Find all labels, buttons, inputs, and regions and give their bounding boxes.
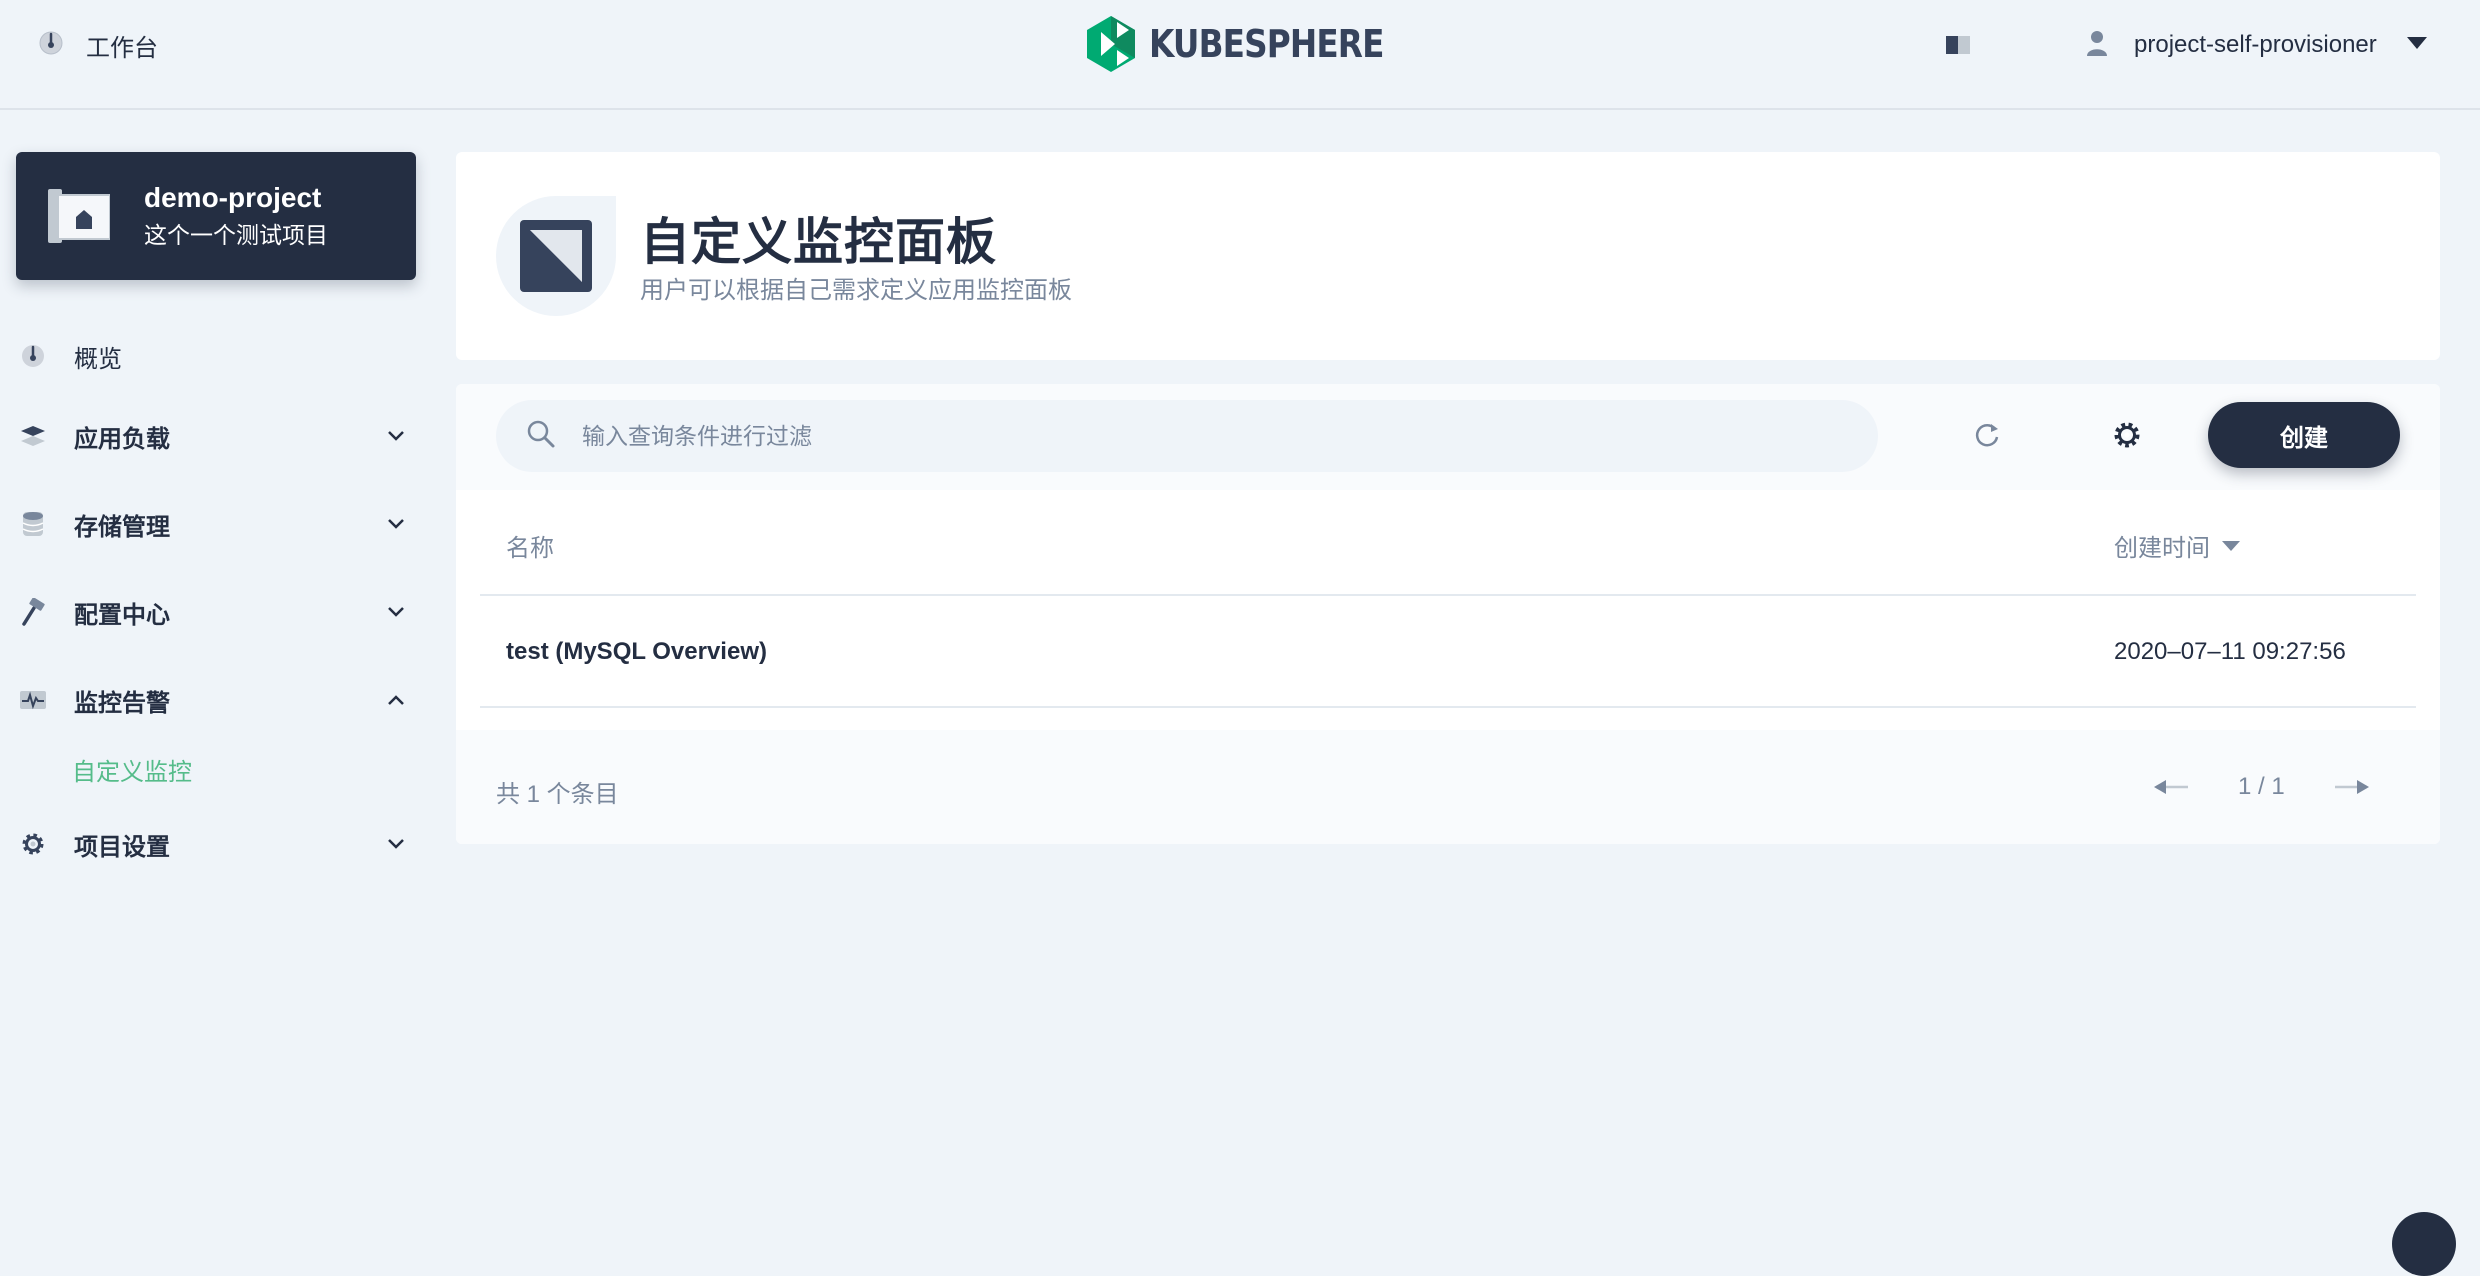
row-created-time: 2020–07–11 09:27:56 — [2114, 638, 2346, 665]
hammer-icon — [18, 598, 48, 626]
chevron-down-icon — [386, 426, 406, 451]
kubesphere-logo[interactable]: KUBESPHERE — [1085, 16, 1422, 72]
sidebar-item-label: 配置中心 — [74, 601, 170, 629]
chevron-down-icon — [386, 514, 406, 539]
sidebar-item-label: 概览 — [74, 345, 122, 373]
table-footer: 共 1 个条目 1 / 1 — [456, 730, 2440, 844]
column-header-name: 名称 — [506, 535, 554, 562]
table-header: 名称 创建时间 — [480, 490, 2416, 596]
chevron-up-icon — [386, 690, 406, 715]
project-icon — [48, 183, 111, 250]
sort-desc-icon — [2222, 540, 2240, 551]
kubesphere-logo-icon — [1087, 16, 1135, 72]
sidebar-item-label: 监控告警 — [74, 689, 170, 717]
pagination: 1 / 1 — [2154, 770, 2369, 804]
create-button[interactable]: 创建 — [2208, 402, 2400, 468]
sidebar-subitem-custom-monitoring[interactable]: 自定义监控 — [72, 752, 192, 787]
settings-gear-icon[interactable] — [2112, 420, 2142, 455]
page-banner: 自定义监控面板 用户可以根据自己需求定义应用监控面板 — [456, 152, 2440, 360]
document-icon[interactable] — [1944, 32, 1972, 63]
row-name-link[interactable]: test (MySQL Overview) — [506, 638, 767, 666]
page-title: 自定义监控面板 — [640, 214, 997, 270]
storage-icon — [18, 510, 48, 538]
column-header-created-sort[interactable]: 创建时间 — [2114, 528, 2240, 563]
top-bar: 工作台 KUBESPHERE project-self-provisioner — [0, 0, 2480, 110]
workbench-link[interactable]: 工作台 — [38, 28, 158, 62]
next-page-icon[interactable] — [2333, 777, 2369, 797]
chevron-down-icon — [386, 602, 406, 627]
sidebar-item-monitoring[interactable]: 监控告警 — [18, 678, 414, 722]
help-button[interactable] — [2392, 1212, 2456, 1276]
gear-icon — [18, 831, 48, 857]
project-description: 这个一个测试项目 — [144, 222, 328, 248]
project-card[interactable]: demo-project 这个一个测试项目 — [16, 152, 416, 280]
user-menu[interactable]: project-self-provisioner — [2086, 26, 2427, 64]
table-row[interactable]: test (MySQL Overview) 2020–07–11 09:27:5… — [480, 596, 2416, 708]
project-name: demo-project — [144, 182, 322, 213]
search-box[interactable] — [496, 400, 1878, 472]
column-header-created: 创建时间 — [2114, 535, 2210, 562]
total-count: 共 1 个条目 — [496, 781, 619, 808]
sidebar-item-label: 应用负载 — [74, 425, 170, 453]
sidebar-item-overview[interactable]: 概览 — [18, 334, 414, 378]
dashboard-icon — [38, 30, 64, 61]
refresh-icon[interactable] — [1972, 420, 2002, 455]
sidebar-item-workloads[interactable]: 应用负载 — [18, 414, 414, 458]
user-name: project-self-provisioner — [2134, 31, 2377, 58]
sidebar-item-label: 项目设置 — [74, 833, 170, 861]
chevron-down-icon — [386, 834, 406, 859]
sidebar-item-storage[interactable]: 存储管理 — [18, 502, 414, 546]
logo-wordmark: KUBESPHERE — [1149, 22, 1384, 66]
sidebar-item-project-settings[interactable]: 项目设置 — [18, 822, 414, 866]
caret-down-icon — [2406, 36, 2427, 54]
search-input[interactable] — [582, 422, 1782, 450]
sidebar-item-label: 存储管理 — [74, 513, 170, 541]
dashboard-panel-icon — [496, 196, 616, 321]
dashboard-icon — [18, 343, 48, 369]
appcenter-icon — [18, 424, 48, 448]
prev-page-icon[interactable] — [2154, 777, 2190, 797]
search-icon — [526, 419, 556, 454]
table-toolbar: 创建 — [456, 384, 2440, 490]
page-indicator: 1 / 1 — [2238, 773, 2285, 800]
monitor-icon — [18, 689, 48, 711]
user-icon — [2086, 29, 2108, 62]
page-subtitle: 用户可以根据自己需求定义应用监控面板 — [640, 277, 1072, 304]
sidebar-item-config[interactable]: 配置中心 — [18, 590, 414, 634]
dashboard-table-panel: 创建 名称 创建时间 test (MySQL Overview) 2020–07… — [456, 384, 2440, 844]
workbench-label: 工作台 — [86, 34, 158, 62]
